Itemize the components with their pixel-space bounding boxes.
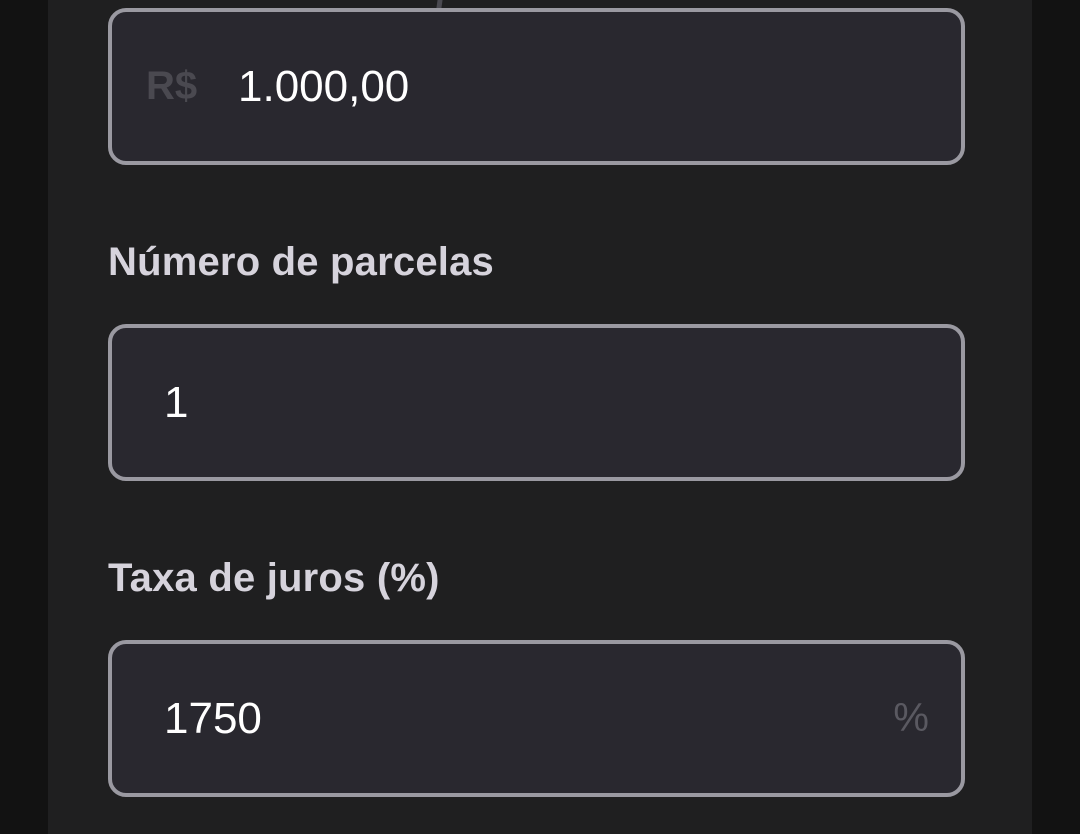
currency-prefix: R$ <box>146 64 198 108</box>
loan-form: R$ Número de parcelas Taxa de juros (%) … <box>48 0 1032 834</box>
interest-rate-label: Taxa de juros (%) <box>108 556 440 600</box>
interest-rate-field[interactable]: % <box>108 640 965 797</box>
interest-rate-input[interactable] <box>164 644 844 793</box>
installments-label: Número de parcelas <box>108 240 494 284</box>
installments-input[interactable] <box>164 328 924 477</box>
percent-suffix: % <box>893 696 929 740</box>
amount-input[interactable] <box>238 12 888 161</box>
amount-field[interactable]: R$ <box>108 8 965 165</box>
installments-field[interactable] <box>108 324 965 481</box>
